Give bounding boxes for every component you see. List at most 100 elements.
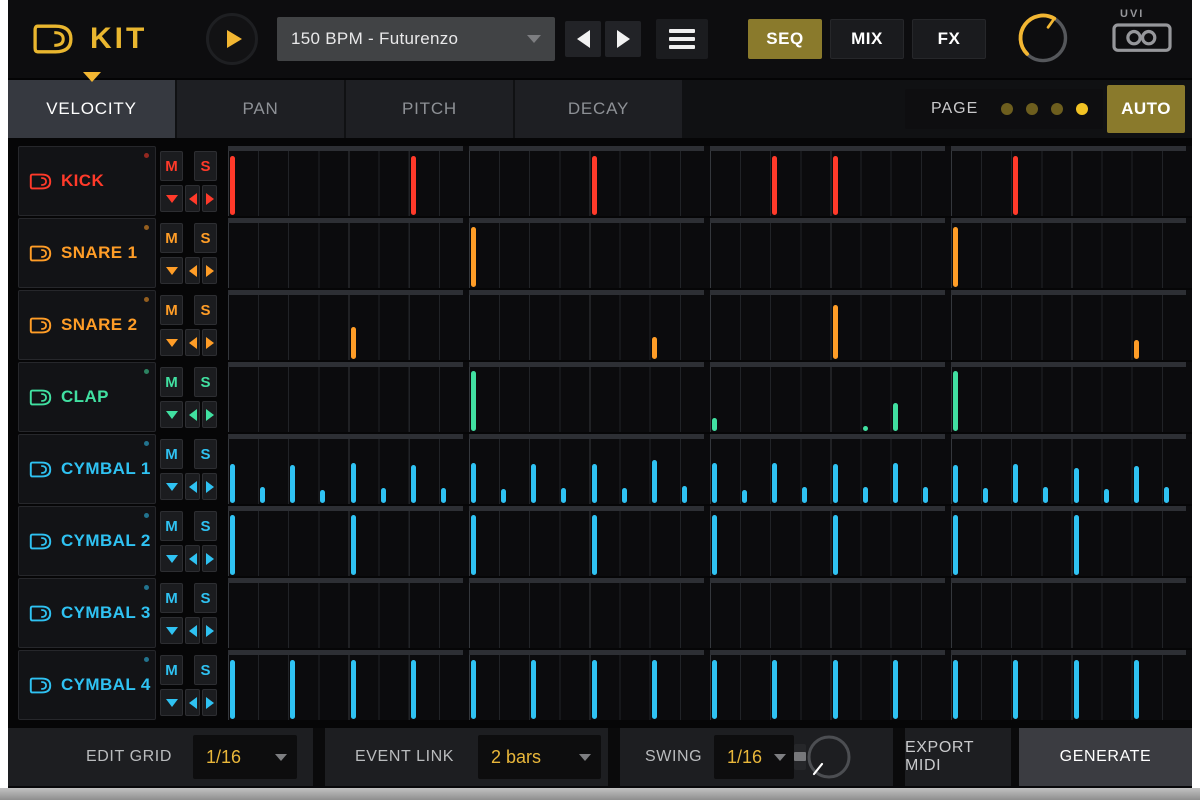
play-button[interactable] <box>206 13 258 65</box>
solo-button[interactable]: S <box>194 223 217 253</box>
track-dropdown-button[interactable] <box>160 257 183 284</box>
velocity-bar[interactable] <box>772 463 777 503</box>
track-label[interactable]: CYMBAL 3 <box>18 578 156 648</box>
shift-right-button[interactable] <box>202 473 217 500</box>
mute-button[interactable]: M <box>160 511 183 541</box>
track-label[interactable]: KICK <box>18 146 156 216</box>
track-label[interactable]: SNARE 2 <box>18 290 156 360</box>
velocity-bar[interactable] <box>1013 156 1018 215</box>
track-dropdown-button[interactable] <box>160 689 183 716</box>
preset-selector[interactable]: 150 BPM - Futurenzo <box>277 17 555 61</box>
step-grid[interactable] <box>228 290 1192 360</box>
velocity-bar[interactable] <box>1104 489 1109 503</box>
velocity-bar[interactable] <box>260 487 265 503</box>
tab-decay[interactable]: DECAY <box>515 80 682 138</box>
velocity-bar[interactable] <box>833 515 838 575</box>
velocity-bar[interactable] <box>320 490 325 503</box>
velocity-bar[interactable] <box>230 156 235 215</box>
shift-right-button[interactable] <box>202 185 217 212</box>
velocity-bar[interactable] <box>652 460 657 503</box>
velocity-bar[interactable] <box>833 305 838 359</box>
velocity-bar[interactable] <box>561 488 566 503</box>
mute-button[interactable]: M <box>160 223 183 253</box>
velocity-bar[interactable] <box>1134 340 1139 359</box>
step-grid[interactable] <box>228 650 1192 720</box>
track-dropdown-button[interactable] <box>160 185 183 212</box>
tab-mix[interactable]: MIX <box>830 19 904 59</box>
next-preset-button[interactable] <box>605 21 641 57</box>
velocity-bar[interactable] <box>652 337 657 359</box>
velocity-bar[interactable] <box>923 487 928 503</box>
track-dropdown-button[interactable] <box>160 617 183 644</box>
velocity-bar[interactable] <box>1013 464 1018 503</box>
velocity-bar[interactable] <box>1013 660 1018 719</box>
velocity-bar[interactable] <box>1074 660 1079 719</box>
velocity-bar[interactable] <box>953 227 958 287</box>
velocity-bar[interactable] <box>290 465 295 503</box>
event-link-dropdown[interactable]: 2 bars <box>478 735 601 779</box>
track-label[interactable]: CYMBAL 4 <box>18 650 156 720</box>
velocity-bar[interactable] <box>381 488 386 503</box>
page-dot[interactable] <box>1001 103 1013 115</box>
velocity-bar[interactable] <box>953 371 958 431</box>
track-dropdown-button[interactable] <box>160 329 183 356</box>
velocity-bar[interactable] <box>1074 515 1079 575</box>
solo-button[interactable]: S <box>194 583 217 613</box>
track-label[interactable]: CYMBAL 1 <box>18 434 156 504</box>
step-grid[interactable] <box>228 218 1192 288</box>
swing-dropdown[interactable]: 1/16 <box>714 735 794 779</box>
velocity-bar[interactable] <box>471 371 476 431</box>
swing-amount-knob[interactable] <box>805 733 853 781</box>
menu-button[interactable] <box>656 19 708 59</box>
page-dot[interactable] <box>1026 103 1038 115</box>
velocity-bar[interactable] <box>1164 487 1169 503</box>
shift-right-button[interactable] <box>202 329 217 356</box>
velocity-bar[interactable] <box>772 660 777 719</box>
tab-velocity[interactable]: VELOCITY <box>8 80 175 138</box>
velocity-bar[interactable] <box>802 487 807 503</box>
velocity-bar[interactable] <box>682 486 687 503</box>
track-label[interactable]: CLAP <box>18 362 156 432</box>
mute-button[interactable]: M <box>160 367 183 397</box>
velocity-bar[interactable] <box>953 515 958 575</box>
shift-left-button[interactable] <box>185 185 200 212</box>
step-grid[interactable] <box>228 434 1192 504</box>
velocity-bar[interactable] <box>501 489 506 503</box>
velocity-bar[interactable] <box>351 515 356 575</box>
velocity-bar[interactable] <box>953 465 958 503</box>
shift-left-button[interactable] <box>185 545 200 572</box>
velocity-bar[interactable] <box>290 660 295 719</box>
velocity-bar[interactable] <box>230 464 235 503</box>
tab-fx[interactable]: FX <box>912 19 986 59</box>
velocity-bar[interactable] <box>1043 487 1048 503</box>
velocity-bar[interactable] <box>772 156 777 215</box>
velocity-bar[interactable] <box>712 418 717 431</box>
velocity-bar[interactable] <box>411 660 416 719</box>
velocity-bar[interactable] <box>833 464 838 503</box>
velocity-bar[interactable] <box>592 464 597 503</box>
shift-left-button[interactable] <box>185 257 200 284</box>
solo-button[interactable]: S <box>194 511 217 541</box>
velocity-bar[interactable] <box>863 426 868 431</box>
velocity-bar[interactable] <box>983 488 988 503</box>
shift-left-button[interactable] <box>185 329 200 356</box>
velocity-bar[interactable] <box>893 403 898 431</box>
velocity-bar[interactable] <box>833 660 838 719</box>
velocity-bar[interactable] <box>592 515 597 575</box>
track-label[interactable]: CYMBAL 2 <box>18 506 156 576</box>
step-grid[interactable] <box>228 506 1192 576</box>
velocity-bar[interactable] <box>230 515 235 575</box>
tab-pitch[interactable]: PITCH <box>346 80 513 138</box>
solo-button[interactable]: S <box>194 655 217 685</box>
velocity-bar[interactable] <box>351 660 356 719</box>
velocity-bar[interactable] <box>351 463 356 503</box>
velocity-bar[interactable] <box>893 463 898 503</box>
shift-right-button[interactable] <box>202 257 217 284</box>
velocity-bar[interactable] <box>411 465 416 503</box>
master-knob[interactable] <box>1016 11 1070 65</box>
step-grid[interactable] <box>228 578 1192 648</box>
velocity-bar[interactable] <box>471 660 476 719</box>
page-dot[interactable] <box>1076 103 1088 115</box>
shift-right-button[interactable] <box>202 617 217 644</box>
velocity-bar[interactable] <box>893 660 898 719</box>
